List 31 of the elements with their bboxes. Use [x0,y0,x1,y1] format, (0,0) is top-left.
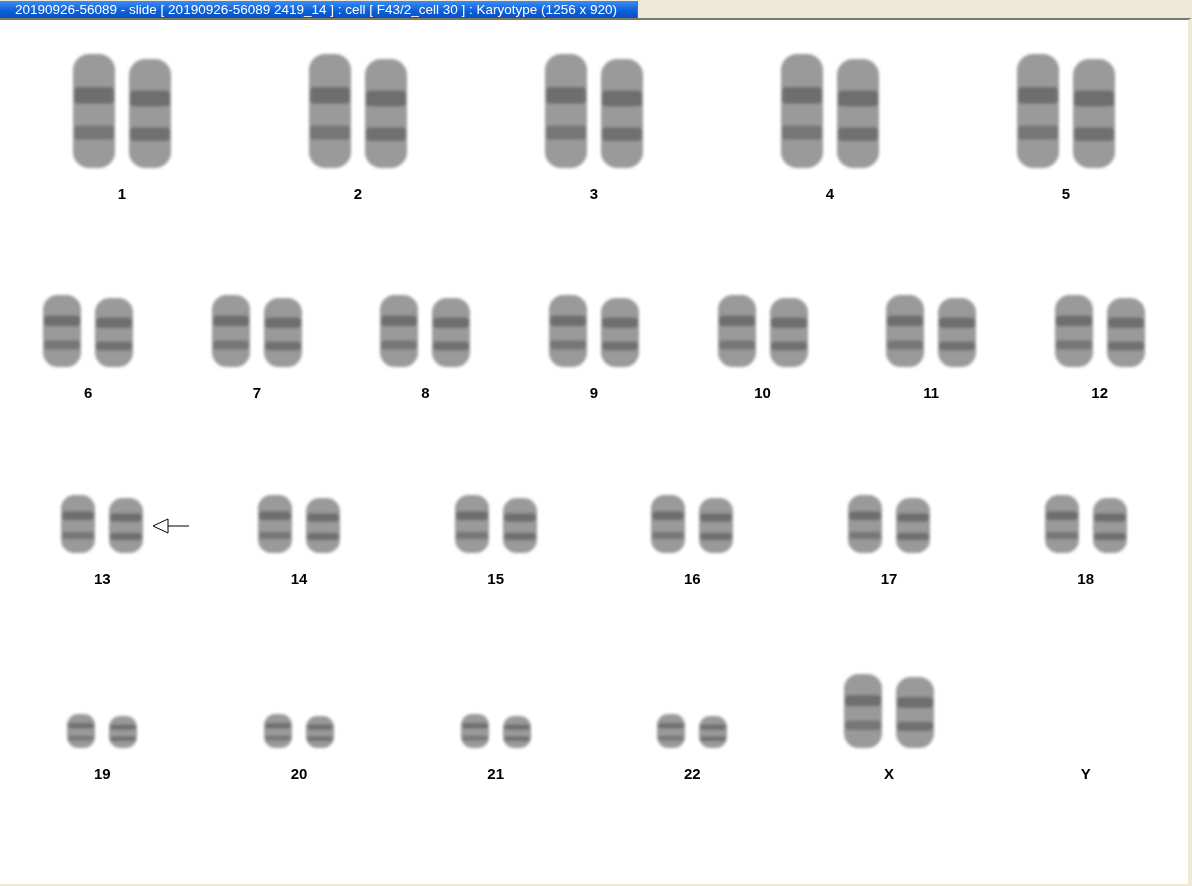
window-title: 20190926-56089 - slide [ 20190926-56089 2419_14 ] : cell [ F43/2_cell 30 ] : Karyotype (1256 x 920) [0,1,638,18]
chromosome-label: 1 [117,185,127,202]
chromosome-label: 16 [684,570,701,587]
chromosome-label: 20 [290,765,308,782]
chromosome-label: 13 [94,570,111,587]
chromosome-label: 19 [94,765,111,782]
chromosome-drawing [893,495,933,556]
chromosome-label: 9 [589,384,599,401]
chromosome-drawing [845,492,885,556]
chromosome-label: 11 [923,384,940,401]
chromosome-label: 12 [1091,384,1109,401]
chromosome-label: 18 [1077,570,1094,587]
chromosome-drawing [255,492,295,556]
chromosome-label: 22 [684,765,701,782]
chromosome-label: 5 [1061,185,1071,202]
chromosome-label: 6 [84,384,93,401]
chromosome-label: 7 [252,384,261,401]
chromosome-label: 14 [290,570,308,587]
chromosome-label: Y [1080,765,1091,782]
chromosome-label: 17 [880,570,898,587]
chromosome-label: 4 [825,185,835,202]
chromosome-label: 3 [589,185,599,202]
chromosome-label: X [884,765,894,782]
chromosome-drawing [303,495,343,556]
chromosome-drawing [303,713,337,751]
chromosome-label: 10 [754,384,771,401]
chromosome-label: 8 [421,384,430,401]
chromosome-drawing [261,711,295,751]
chromosome-label: 15 [487,570,504,587]
chromosome-label: 2 [353,185,363,202]
chromosome-label: 21 [487,765,504,782]
